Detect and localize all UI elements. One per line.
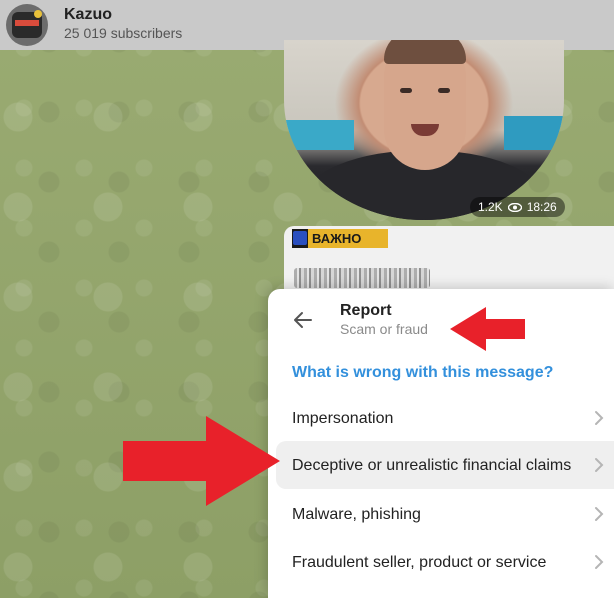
- option-label: Fraudulent seller, product or service: [292, 553, 547, 571]
- chevron-right-icon: [584, 505, 614, 523]
- chevron-right-icon: [584, 553, 614, 571]
- option-label: Malware, phishing: [292, 505, 421, 523]
- flag-icon: [293, 231, 307, 245]
- eye-icon: [507, 202, 522, 212]
- option-malware-phishing[interactable]: Malware, phishing: [276, 500, 614, 528]
- annotation-arrow-icon: [450, 307, 525, 351]
- annotation-arrow-icon: [123, 416, 280, 506]
- chevron-right-icon: [584, 456, 614, 474]
- report-question: What is wrong with this message?: [292, 364, 554, 381]
- message-time: 18:26: [526, 200, 557, 214]
- channel-avatar[interactable]: [6, 4, 48, 46]
- blurred-message-text: [294, 268, 430, 288]
- report-subtitle: Scam or fraud: [340, 321, 428, 337]
- video-meta: 1.2K 18:26: [470, 197, 565, 217]
- option-impersonation[interactable]: Impersonation: [276, 404, 614, 432]
- option-label: Impersonation: [292, 409, 394, 427]
- chevron-right-icon: [584, 409, 614, 427]
- round-video-message[interactable]: [284, 40, 564, 220]
- channel-title[interactable]: Kazuo: [64, 6, 112, 24]
- subscriber-count: 25 019 subscribers: [64, 25, 183, 41]
- report-title: Report: [340, 302, 392, 319]
- option-label: Deceptive or unrealistic financial claim…: [292, 456, 572, 474]
- option-fraudulent-seller[interactable]: Fraudulent seller, product or service: [276, 548, 614, 576]
- option-deceptive-financial-claims[interactable]: Deceptive or unrealistic financial claim…: [276, 441, 614, 489]
- arrow-left-icon[interactable]: [290, 307, 316, 333]
- view-count: 1.2K: [478, 200, 503, 214]
